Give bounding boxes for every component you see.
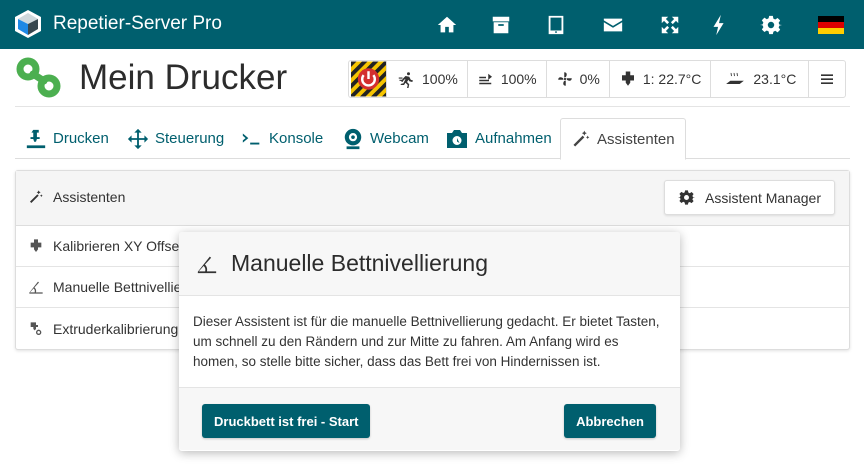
flow-icon xyxy=(479,73,492,85)
gear-icon[interactable] xyxy=(758,12,784,38)
home-icon[interactable] xyxy=(434,12,460,38)
panel-title: Assistenten xyxy=(28,189,125,205)
printer-link-logo-icon xyxy=(16,57,61,98)
extruder-temp-value: 1: 22.7°C xyxy=(642,71,702,87)
fan-value: 0% xyxy=(579,71,600,87)
emergency-stop-icon xyxy=(351,61,386,97)
brand[interactable]: Repetier-Server Pro xyxy=(14,9,222,39)
bed-temp-value: 23.1°C xyxy=(753,71,797,87)
angle-icon xyxy=(197,256,217,273)
angle-icon xyxy=(29,281,43,294)
extruder-icon xyxy=(621,71,634,86)
envelope-icon[interactable] xyxy=(600,12,626,38)
wizard-item-label: Extruderkalibrierung xyxy=(53,320,179,337)
move-icon xyxy=(127,128,149,149)
emergency-stop-button[interactable] xyxy=(351,61,387,97)
printer-name: Mein Drucker xyxy=(79,58,288,97)
repetier-logo-icon xyxy=(15,10,41,38)
fan-icon xyxy=(557,72,572,86)
gear-icon xyxy=(678,190,696,205)
tab-konsole[interactable]: Konsole xyxy=(241,118,323,159)
header-divider xyxy=(15,106,850,107)
tab-aufnahmen[interactable]: Aufnahmen xyxy=(445,118,552,159)
status-menu-button[interactable] xyxy=(809,61,845,97)
assistant-manager-button[interactable]: Assistent Manager xyxy=(664,180,835,215)
tab-label: Aufnahmen xyxy=(475,130,552,147)
tablet-icon[interactable] xyxy=(543,12,569,38)
top-navbar: Repetier-Server Pro xyxy=(0,0,864,49)
bed-leveling-dialog: Manuelle Bettnivellierung Dieser Assiste… xyxy=(179,232,680,451)
tab-assistenten[interactable]: Assistenten xyxy=(560,118,686,160)
german-flag-icon[interactable] xyxy=(818,12,844,38)
archive-icon[interactable] xyxy=(488,12,514,38)
dialog-header: Manuelle Bettnivellierung xyxy=(179,232,680,296)
extruder-temp-status[interactable]: 1: 22.7°C xyxy=(610,61,712,97)
bolt-icon[interactable] xyxy=(706,12,732,38)
tab-label: Steuerung xyxy=(155,130,225,147)
extruder-icon xyxy=(30,239,42,252)
heated-bed-icon xyxy=(726,72,745,84)
dialog-footer: Druckbett ist frei - Start Abbrechen xyxy=(179,387,680,450)
fullscreen-icon[interactable] xyxy=(657,12,683,38)
extruder-calibration-icon xyxy=(30,321,42,335)
cancel-button[interactable]: Abbrechen xyxy=(564,404,656,438)
tab-label: Assistenten xyxy=(597,130,675,148)
camera-icon xyxy=(447,129,467,148)
assistant-manager-label: Assistent Manager xyxy=(705,189,821,206)
dialog-title: Manuelle Bettnivellierung xyxy=(231,250,488,276)
speed-runner-icon xyxy=(398,72,413,88)
tab-label: Konsole xyxy=(269,130,324,147)
printer-status-bar: 100% 100% 0% 1: 22.7°C 23.1°C xyxy=(348,60,847,98)
flow-status[interactable]: 100% xyxy=(468,61,547,97)
printer-tabs: Drucken Steuerung Konsole Webcam Aufnahm… xyxy=(15,118,850,160)
panel-header: Assistenten Assistent Manager xyxy=(16,171,849,226)
speed-value: 100% xyxy=(422,71,458,87)
webcam-icon xyxy=(344,128,362,149)
wizard-item-label: Kalibrieren XY Offset xyxy=(53,238,184,254)
fan-status[interactable]: 0% xyxy=(547,61,610,97)
magic-wand-icon xyxy=(30,190,43,203)
magic-wand-icon xyxy=(573,130,590,147)
tab-label: Drucken xyxy=(53,130,109,147)
tab-label: Webcam xyxy=(370,130,429,147)
flow-value: 100% xyxy=(500,71,537,87)
speed-status[interactable]: 100% xyxy=(389,61,468,97)
bed-temp-status[interactable]: 23.1°C xyxy=(711,61,810,97)
app-title: Repetier-Server Pro xyxy=(53,13,222,34)
dialog-body-text: Dieser Assistent ist für die manuelle Be… xyxy=(193,314,660,369)
tab-webcam[interactable]: Webcam xyxy=(342,118,429,159)
start-button[interactable]: Druckbett ist frei - Start xyxy=(202,404,371,438)
panel-title-text: Assistenten xyxy=(53,189,126,205)
print-icon xyxy=(26,129,46,148)
tab-drucken[interactable]: Drucken xyxy=(25,118,109,159)
hamburger-menu-icon xyxy=(821,74,834,84)
terminal-icon xyxy=(242,133,260,144)
tab-steuerung[interactable]: Steuerung xyxy=(127,118,224,159)
